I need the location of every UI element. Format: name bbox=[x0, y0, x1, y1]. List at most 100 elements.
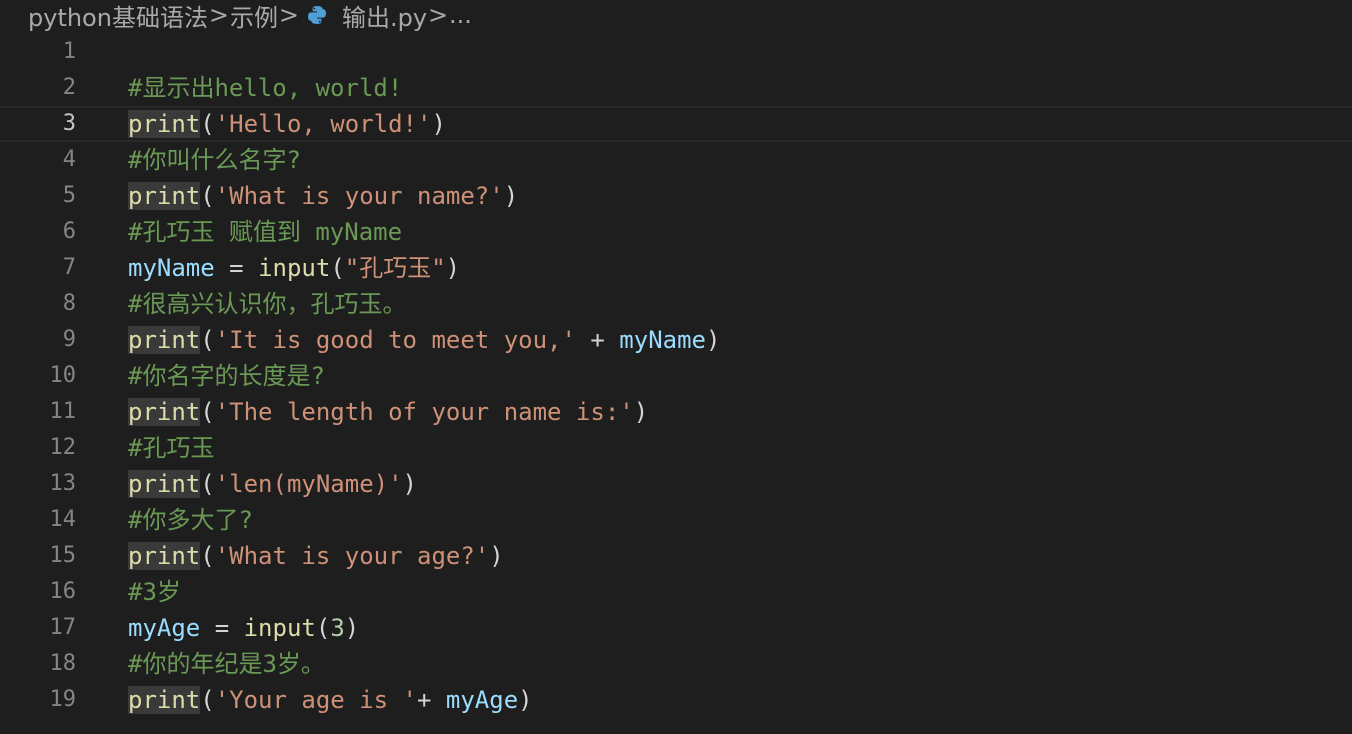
breadcrumb-label: python基础语法 bbox=[28, 3, 208, 32]
code-token-op: = bbox=[200, 614, 244, 642]
code-token-punc: ( bbox=[200, 398, 215, 426]
line-number: 14 bbox=[49, 507, 77, 532]
code-token-string: 'What is your name?' bbox=[214, 182, 504, 210]
code-line[interactable]: 19 print('Your age is '+ myAge) bbox=[0, 682, 1352, 718]
line-number: 12 bbox=[49, 435, 77, 460]
python-file-icon bbox=[307, 6, 326, 24]
code-token-comment: #孔巧玉 赋值到 myName bbox=[128, 218, 403, 246]
breadcrumb-folder-examples[interactable]: 示例 bbox=[230, 0, 278, 33]
code-token-punc: ) bbox=[431, 110, 446, 138]
code-line[interactable]: 12 #孔巧玉 bbox=[0, 430, 1352, 466]
code-content: #3岁 bbox=[128, 574, 181, 610]
code-content: #你的年纪是3岁。 bbox=[128, 646, 325, 682]
code-line[interactable]: 16 #3岁 bbox=[0, 574, 1352, 610]
breadcrumb: python基础语法 > 示例 > 输出.py > ... bbox=[0, 0, 1352, 33]
code-token-comment: #你名字的长度是? bbox=[128, 362, 325, 390]
code-content: print('Hello, world!') bbox=[128, 106, 446, 142]
code-token-var: myName bbox=[128, 254, 215, 282]
code-line[interactable]: 15 print('What is your age?') bbox=[0, 538, 1352, 574]
code-line[interactable]: 14 #你多大了? bbox=[0, 502, 1352, 538]
code-line[interactable]: 11 print('The length of your name is:') bbox=[0, 394, 1352, 430]
code-content: print('It is good to meet you,' + myName… bbox=[128, 322, 720, 358]
code-token-comment: #3岁 bbox=[128, 578, 181, 606]
line-number: 3 bbox=[62, 111, 76, 136]
code-token-punc: ) bbox=[706, 326, 721, 354]
code-content: print('len(myName)') bbox=[128, 466, 417, 502]
code-content: #显示出hello, world! bbox=[128, 70, 402, 106]
line-number: 7 bbox=[62, 255, 76, 280]
code-content: #很高兴认识你，孔巧玉。 bbox=[128, 286, 406, 322]
code-content: print('Your age is '+ myAge) bbox=[128, 682, 533, 718]
code-token-func: input bbox=[258, 254, 331, 282]
code-line[interactable]: 10 #你名字的长度是? bbox=[0, 358, 1352, 394]
code-content: #你名字的长度是? bbox=[128, 358, 325, 394]
code-token-comment: #孔巧玉 bbox=[128, 434, 215, 462]
code-line[interactable]: 9 print('It is good to meet you,' + myNam… bbox=[0, 322, 1352, 358]
line-number: 4 bbox=[62, 147, 76, 172]
code-token-punc: ( bbox=[200, 326, 215, 354]
breadcrumb-folder-root[interactable]: python基础语法 bbox=[28, 0, 208, 33]
breadcrumb-file[interactable]: 输出.py bbox=[300, 0, 427, 33]
code-token-func: print bbox=[128, 182, 201, 210]
line-number: 8 bbox=[62, 291, 76, 316]
breadcrumb-symbols[interactable]: ... bbox=[449, 1, 472, 29]
code-token-punc: ) bbox=[503, 182, 519, 210]
code-token-punc: ( bbox=[315, 614, 331, 642]
code-token-string: 'It is good to meet you,' bbox=[214, 326, 576, 354]
code-token-op: + bbox=[575, 326, 620, 354]
breadcrumb-label: 示例 bbox=[229, 3, 278, 32]
chevron-right-icon: > bbox=[278, 1, 299, 29]
code-token-string: 'len(myName)' bbox=[214, 470, 403, 498]
code-content: #孔巧玉 赋值到 myName bbox=[128, 214, 402, 250]
code-token-func: print bbox=[128, 470, 201, 498]
breadcrumb-label: ... bbox=[449, 1, 472, 29]
code-token-func: print bbox=[128, 110, 201, 138]
code-line[interactable]: 1 bbox=[0, 34, 1352, 70]
code-token-op: = bbox=[214, 254, 259, 282]
code-line[interactable]: 5 print('What is your name?') bbox=[0, 178, 1352, 214]
code-editor[interactable]: 1 2 #显示出hello, world! 3 print('Hello, world!… bbox=[0, 34, 1352, 734]
code-token-punc: ( bbox=[200, 542, 215, 570]
code-token-func: print bbox=[128, 542, 201, 570]
code-token-punc: ) bbox=[344, 614, 360, 642]
line-number: 11 bbox=[49, 399, 77, 424]
line-number: 17 bbox=[49, 615, 77, 640]
code-token-var: myName bbox=[619, 326, 706, 354]
code-line[interactable]: 13 print('len(myName)') bbox=[0, 466, 1352, 502]
code-line[interactable]: 2 #显示出hello, world! bbox=[0, 70, 1352, 106]
code-token-punc: ( bbox=[200, 686, 215, 714]
code-token-string: 'Your age is ' bbox=[214, 686, 417, 714]
code-line[interactable]: 18 #你的年纪是3岁。 bbox=[0, 646, 1352, 682]
line-number: 15 bbox=[49, 543, 77, 568]
code-line[interactable]: 3 print('Hello, world!') bbox=[0, 106, 1352, 142]
code-token-var: myAge bbox=[445, 686, 519, 714]
code-line[interactable]: 8 #很高兴认识你，孔巧玉。 bbox=[0, 286, 1352, 322]
code-token-func: print bbox=[128, 398, 201, 426]
code-token-string: 'What is your age?' bbox=[214, 542, 490, 570]
code-token-string: 'Hello, world!' bbox=[214, 110, 432, 138]
code-content: #孔巧玉 bbox=[128, 430, 214, 466]
line-number: 2 bbox=[62, 75, 76, 100]
code-token-comment: #很高兴认识你，孔巧玉。 bbox=[128, 290, 407, 318]
code-content: print('What is your age?') bbox=[128, 538, 504, 574]
line-number: 6 bbox=[62, 219, 76, 244]
code-line[interactable]: 6 #孔巧玉 赋值到 myName bbox=[0, 214, 1352, 250]
code-token-comment: #显示出hello, world! bbox=[128, 74, 403, 102]
line-number: 10 bbox=[49, 363, 77, 388]
code-line[interactable]: 7 myName = input("孔巧玉") bbox=[0, 250, 1352, 286]
code-token-punc: ) bbox=[489, 542, 504, 570]
line-number: 18 bbox=[49, 651, 77, 676]
code-token-comment: #你叫什么名字? bbox=[128, 146, 301, 174]
chevron-right-icon: > bbox=[208, 1, 229, 29]
code-content: myName = input("孔巧玉") bbox=[128, 250, 460, 286]
code-token-func: print bbox=[128, 326, 201, 354]
code-token-punc: ) bbox=[518, 686, 533, 714]
code-content: print('The length of your name is:') bbox=[128, 394, 648, 430]
line-number: 1 bbox=[62, 39, 76, 64]
code-token-number: 3 bbox=[330, 614, 345, 642]
code-token-punc: ) bbox=[445, 254, 461, 282]
code-token-op: + bbox=[417, 686, 446, 714]
code-line[interactable]: 4 #你叫什么名字? bbox=[0, 142, 1352, 178]
code-line[interactable]: 17 myAge = input(3) bbox=[0, 610, 1352, 646]
code-content: #你叫什么名字? bbox=[128, 142, 301, 178]
